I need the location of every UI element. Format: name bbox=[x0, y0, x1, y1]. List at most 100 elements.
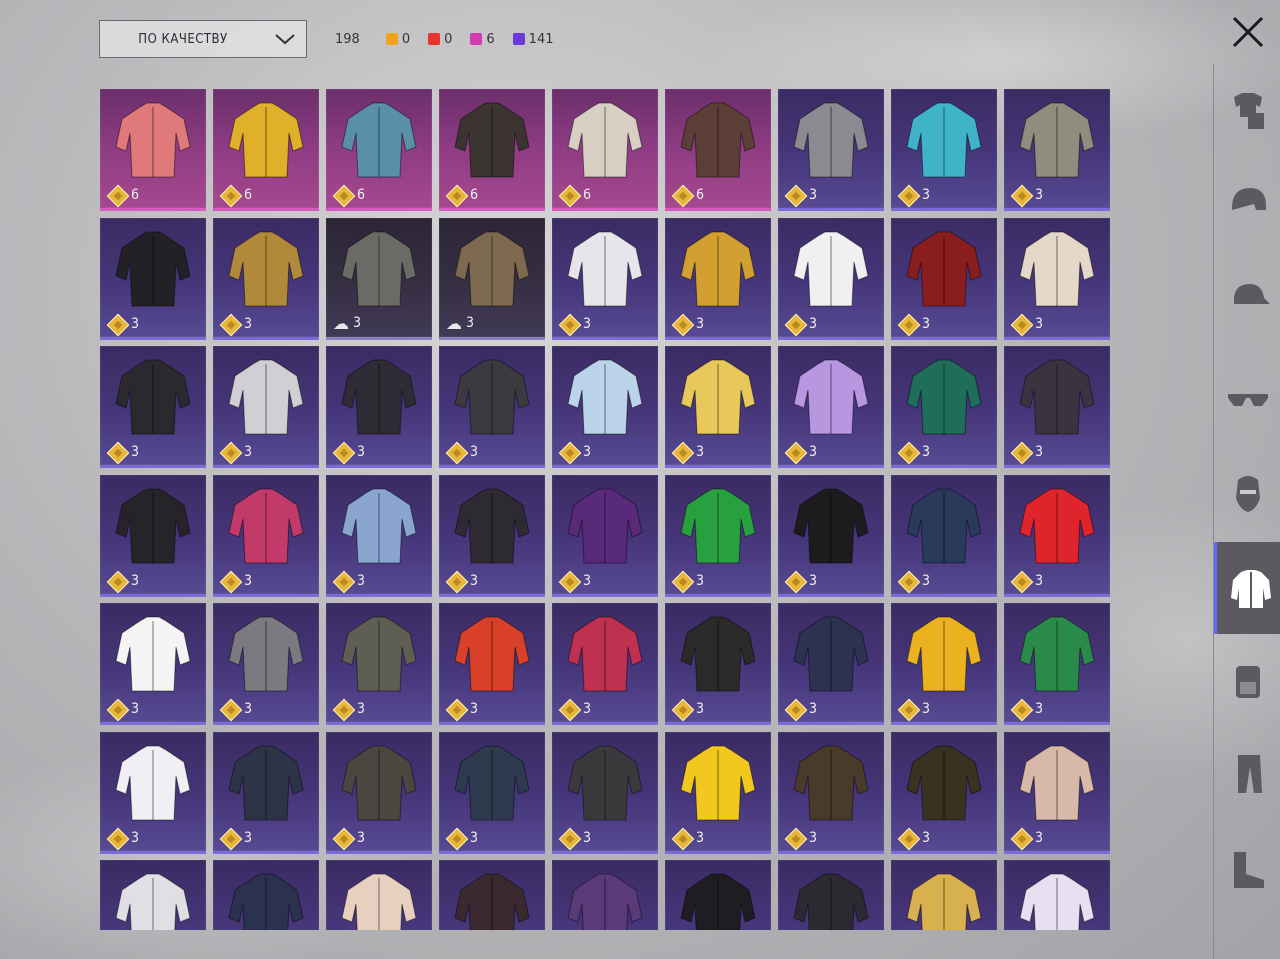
item-tile[interactable]: 3 bbox=[665, 603, 771, 725]
category-tab[interactable] bbox=[1214, 250, 1280, 342]
item-tile[interactable]: 3 bbox=[439, 474, 545, 597]
jacket-item-icon bbox=[793, 231, 869, 306]
category-tab[interactable] bbox=[1214, 727, 1280, 819]
item-tile[interactable]: 3 bbox=[439, 731, 545, 854]
item-tile[interactable]: 3 bbox=[891, 346, 997, 468]
category-tab[interactable] bbox=[1214, 542, 1280, 634]
item-tile[interactable]: 3 bbox=[1004, 474, 1110, 597]
item-tile[interactable]: 3 bbox=[100, 860, 206, 930]
jacket-item-icon bbox=[680, 102, 756, 178]
item-tile[interactable]: 3 bbox=[665, 731, 771, 854]
item-tile[interactable]: 3 bbox=[552, 860, 658, 930]
diamond-icon bbox=[897, 698, 921, 722]
category-tab[interactable] bbox=[1214, 65, 1280, 157]
top-bar: ПО КАЧЕСТВУ 198 0 0 6 141 bbox=[99, 20, 572, 58]
item-tile[interactable]: 3 bbox=[1004, 603, 1110, 725]
diamond-icon bbox=[897, 570, 921, 593]
item-level: 3 bbox=[809, 701, 818, 717]
jacket-item-icon bbox=[341, 873, 417, 930]
item-tile[interactable]: 3 bbox=[778, 603, 884, 725]
diamond-icon bbox=[106, 827, 130, 850]
item-tile[interactable]: 3 bbox=[213, 860, 319, 930]
item-tile[interactable]: 3 bbox=[665, 217, 771, 340]
item-tile[interactable]: 3 bbox=[326, 731, 432, 854]
item-tile[interactable]: 3 bbox=[1004, 217, 1110, 340]
diamond-icon bbox=[784, 441, 808, 465]
item-tile[interactable]: 3 bbox=[213, 731, 319, 854]
item-tile[interactable]: 3 bbox=[213, 474, 319, 597]
item-tile[interactable]: 3 bbox=[100, 474, 206, 597]
item-tile[interactable]: ☁ 3 bbox=[439, 217, 545, 340]
item-tile[interactable]: 3 bbox=[213, 346, 319, 468]
item-tile[interactable]: 3 bbox=[1004, 731, 1110, 854]
diamond-icon bbox=[558, 313, 582, 336]
item-tile[interactable]: 3 bbox=[552, 474, 658, 597]
item-tile[interactable]: 3 bbox=[326, 860, 432, 930]
item-tile[interactable]: 3 bbox=[891, 860, 997, 930]
item-tile[interactable]: 3 bbox=[326, 346, 432, 468]
item-badge: 3 bbox=[784, 570, 817, 593]
item-tile[interactable]: 3 bbox=[326, 474, 432, 597]
item-tile[interactable]: 3 bbox=[665, 860, 771, 930]
item-tile[interactable]: 3 bbox=[552, 603, 658, 725]
item-tile[interactable]: 6 bbox=[100, 89, 206, 211]
item-tile[interactable]: 3 bbox=[213, 217, 319, 340]
item-tile[interactable]: 3 bbox=[778, 731, 884, 854]
item-tile[interactable]: 3 bbox=[213, 603, 319, 725]
diamond-icon bbox=[1010, 827, 1034, 850]
category-tab[interactable] bbox=[1214, 634, 1280, 726]
item-tile[interactable]: 3 bbox=[891, 474, 997, 597]
inventory-grid: 6 6 6 6 6 6 3 3 3 3 3 ☁ 3 ☁ 3 3 3 3 3 3 3 3 3 3 3 3 3 3 3 3 3 3 3 3 3 3 3 3 3 3… bbox=[100, 89, 1115, 930]
jacket-item-icon bbox=[680, 745, 756, 820]
item-tile[interactable]: 3 bbox=[665, 474, 771, 597]
sort-dropdown[interactable]: ПО КАЧЕСТВУ bbox=[99, 20, 307, 58]
item-tile[interactable]: 3 bbox=[326, 603, 432, 725]
item-tile[interactable]: 6 bbox=[552, 89, 658, 211]
item-badge: 3 bbox=[1010, 827, 1043, 850]
item-tile[interactable]: 6 bbox=[665, 89, 771, 211]
category-tab[interactable] bbox=[1214, 156, 1280, 248]
item-badge: 6 bbox=[219, 184, 252, 208]
item-tile[interactable]: 3 bbox=[891, 731, 997, 854]
diamond-icon bbox=[897, 441, 921, 465]
item-tile[interactable]: 3 bbox=[778, 860, 884, 930]
jacket-item-icon bbox=[454, 231, 530, 306]
inventory-grid-viewport[interactable]: 6 6 6 6 6 6 3 3 3 3 3 ☁ 3 ☁ 3 3 3 3 3 3 3 3 3 3 3 3 3 3 3 3 3 3 3 3 3 3 3 3 3 3… bbox=[100, 89, 1115, 930]
item-tile[interactable]: 3 bbox=[778, 89, 884, 211]
item-level: 3 bbox=[696, 444, 705, 460]
category-tab[interactable] bbox=[1214, 446, 1280, 538]
item-badge: 3 bbox=[106, 313, 139, 336]
category-tab[interactable] bbox=[1214, 352, 1280, 444]
close-icon[interactable] bbox=[1228, 12, 1268, 52]
item-tile[interactable]: 3 bbox=[1004, 860, 1110, 930]
item-tile[interactable]: 3 bbox=[100, 346, 206, 468]
item-level: 3 bbox=[922, 315, 931, 332]
item-tile[interactable]: 3 bbox=[1004, 346, 1110, 468]
helmet-icon bbox=[1231, 188, 1266, 210]
item-tile[interactable]: 3 bbox=[1004, 89, 1110, 211]
item-tile[interactable]: 6 bbox=[439, 89, 545, 211]
item-tile[interactable]: ☁ 3 bbox=[326, 217, 432, 340]
jacket-item-icon bbox=[341, 359, 417, 435]
item-tile[interactable]: 3 bbox=[439, 603, 545, 725]
item-tile[interactable]: 3 bbox=[100, 603, 206, 725]
item-tile[interactable]: 3 bbox=[891, 603, 997, 725]
item-tile[interactable]: 3 bbox=[100, 731, 206, 854]
category-tab[interactable] bbox=[1214, 822, 1280, 914]
item-badge: 3 bbox=[671, 827, 704, 850]
item-tile[interactable]: 3 bbox=[778, 217, 884, 340]
item-tile[interactable]: 3 bbox=[552, 217, 658, 340]
item-tile[interactable]: 3 bbox=[439, 346, 545, 468]
item-tile[interactable]: 6 bbox=[213, 89, 319, 211]
diamond-icon bbox=[784, 827, 808, 850]
item-tile[interactable]: 3 bbox=[891, 89, 997, 211]
item-tile[interactable]: 3 bbox=[552, 346, 658, 468]
item-tile[interactable]: 6 bbox=[326, 89, 432, 211]
item-tile[interactable]: 3 bbox=[665, 346, 771, 468]
item-tile[interactable]: 3 bbox=[439, 860, 545, 930]
item-tile[interactable]: 3 bbox=[552, 731, 658, 854]
item-tile[interactable]: 3 bbox=[778, 474, 884, 597]
item-tile[interactable]: 3 bbox=[778, 346, 884, 468]
item-tile[interactable]: 3 bbox=[100, 217, 206, 340]
item-tile[interactable]: 3 bbox=[891, 217, 997, 340]
